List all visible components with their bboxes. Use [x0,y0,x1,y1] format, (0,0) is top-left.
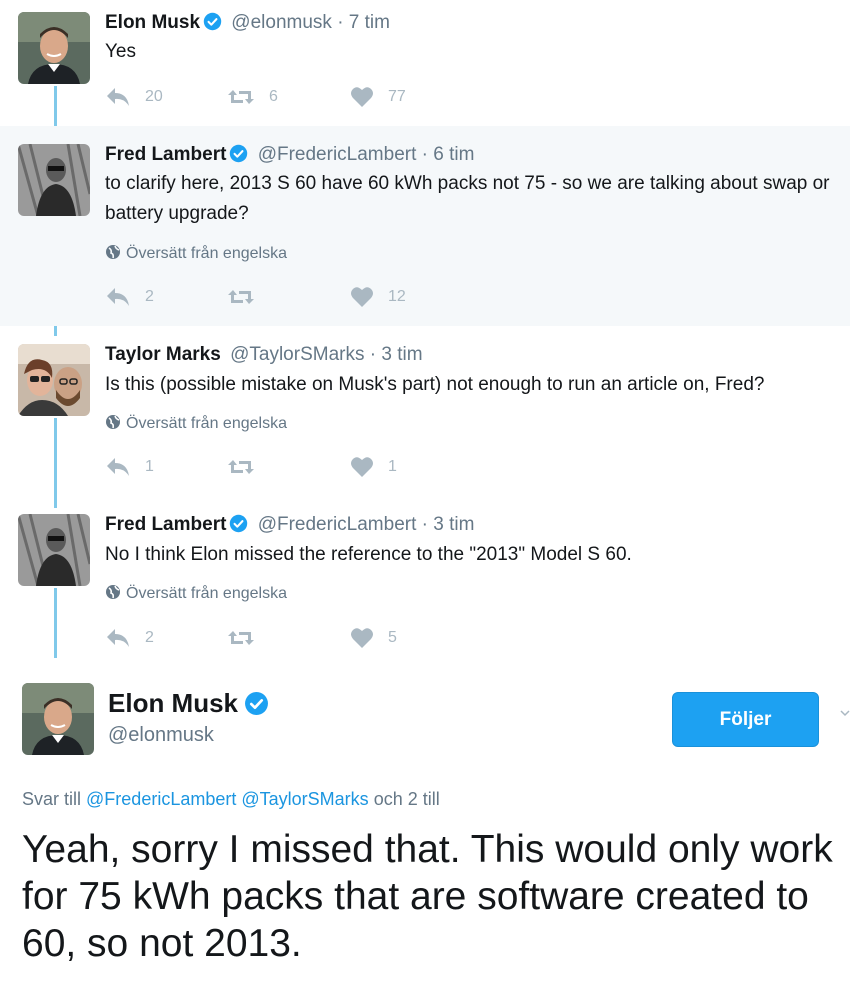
heart-icon [351,287,373,307]
separator-dot: · [421,514,428,535]
avatar[interactable] [18,344,90,416]
tweet-actions: 2 12 [105,286,505,310]
reply-count: 20 [145,88,163,105]
tweet-timestamp[interactable]: 3 tim [381,344,422,365]
separator-dot: · [369,344,377,365]
like-button[interactable]: 77 [350,86,406,108]
translate-link[interactable]: Översätt från engelska [105,414,287,433]
heart-icon [351,87,373,107]
fred-avatar-image [18,144,90,216]
tweet-author-handle[interactable]: @FredericLambert [258,144,417,165]
separator-dot: · [337,12,344,33]
reply-button[interactable]: 2 [105,627,154,649]
tweet-author-handle[interactable]: @TaylorSMarks [230,344,364,365]
verified-badge-icon [230,514,248,533]
tweet-author-handle[interactable]: @FredericLambert [258,514,417,535]
retweet-button[interactable]: 6 [227,86,278,108]
reply-context: Svar till @FredericLambert @TaylorSMarks… [22,789,440,810]
reply-icon [107,88,129,106]
thread-tweet[interactable]: Taylor Marks @TaylorSMarks · 3 tim Is th… [0,326,850,496]
fred-avatar-image [18,514,90,586]
tweet-author-name[interactable]: Fred Lambert [105,144,226,165]
reply-icon [107,629,129,647]
retweet-icon [228,631,254,645]
thread-tweet[interactable]: Fred Lambert @FredericLambert · 3 tim No… [0,496,850,668]
tweet-author-name[interactable]: Fred Lambert [105,514,226,535]
like-count: 12 [388,288,406,305]
tweet-author-name[interactable]: Taylor Marks [105,344,221,365]
heart-icon [351,628,373,648]
taylor-avatar-image [18,344,90,416]
tweet-actions: 1 1 [105,456,505,480]
verified-badge-icon [245,692,268,715]
tweet-timestamp[interactable]: 6 tim [433,144,474,165]
globe-icon [106,415,120,429]
like-count: 5 [388,629,397,646]
separator-dot: · [421,144,428,165]
like-count: 1 [388,458,397,475]
like-button[interactable]: 1 [350,456,397,478]
main-tweet-text: Yeah, sorry I missed that. This would on… [22,828,833,965]
retweet-button[interactable] [227,286,255,308]
tweet-timestamp[interactable]: 3 tim [433,514,474,535]
translate-link[interactable]: Översätt från engelska [105,584,287,603]
following-button[interactable]: Följer [672,692,819,747]
like-count: 77 [388,88,406,105]
retweet-icon [228,290,254,304]
tweet-text: Yes [105,41,136,62]
reply-count: 2 [145,288,154,305]
tweet-text: Is this (possible mistake on Musk's part… [105,374,765,395]
verified-badge-icon [230,144,248,163]
avatar[interactable] [18,514,90,586]
like-button[interactable]: 12 [350,286,406,308]
reply-mention-link[interactable]: @FredericLambert [86,789,236,809]
tweet-timestamp[interactable]: 7 tim [349,12,390,33]
tweet-actions: 2 5 [105,627,505,651]
retweet-icon [228,460,254,474]
avatar[interactable] [18,12,90,84]
translate-link[interactable]: Översätt från engelska [105,244,287,263]
tweet-text: to clarify here, 2013 S 60 have 60 kWh p… [105,173,830,224]
tweet-author-name[interactable]: Elon Musk [105,12,200,33]
retweet-icon [228,90,254,104]
main-author-name-text: Elon Musk [108,688,239,718]
translate-label: Översätt från engelska [126,245,287,262]
tweet-author-handle[interactable]: @elonmusk [231,12,332,33]
tweet-text: No I think Elon missed the reference to … [105,544,632,565]
retweet-button[interactable] [227,627,255,649]
thread-tweet[interactable]: Elon Musk @elonmusk · 7 tim Yes 20 6 77 [0,0,850,126]
heart-icon [351,457,373,477]
reply-prefix: Svar till [22,789,82,809]
tweet-actions: 20 6 77 [105,86,505,110]
avatar[interactable] [18,144,90,216]
translate-label: Översätt från engelska [126,415,287,432]
retweet-count: 6 [269,88,278,105]
reply-count: 1 [145,458,154,475]
like-button[interactable]: 5 [350,627,397,649]
reply-count: 2 [145,629,154,646]
translate-label: Översätt från engelska [126,585,287,602]
main-author-handle[interactable]: @elonmusk [108,724,214,747]
main-author-name[interactable]: Elon Musk [108,688,269,719]
reply-mention-link[interactable]: @TaylorSMarks [241,789,368,809]
reply-button[interactable]: 20 [105,86,163,108]
reply-more-link[interactable]: och 2 till [374,789,440,809]
globe-icon [106,245,120,259]
globe-icon [106,585,120,599]
main-avatar[interactable] [22,683,94,755]
verified-badge-icon [203,12,222,31]
reply-icon [107,288,129,306]
reply-icon [107,458,129,476]
chevron-down-icon[interactable] [840,706,850,720]
thread-tweet[interactable]: Fred Lambert @FredericLambert · 6 tim to… [0,126,850,326]
reply-button[interactable]: 2 [105,286,154,308]
elon-avatar-image [18,12,90,84]
reply-button[interactable]: 1 [105,456,154,478]
retweet-button[interactable] [227,456,255,478]
elon-avatar-image [22,683,94,755]
